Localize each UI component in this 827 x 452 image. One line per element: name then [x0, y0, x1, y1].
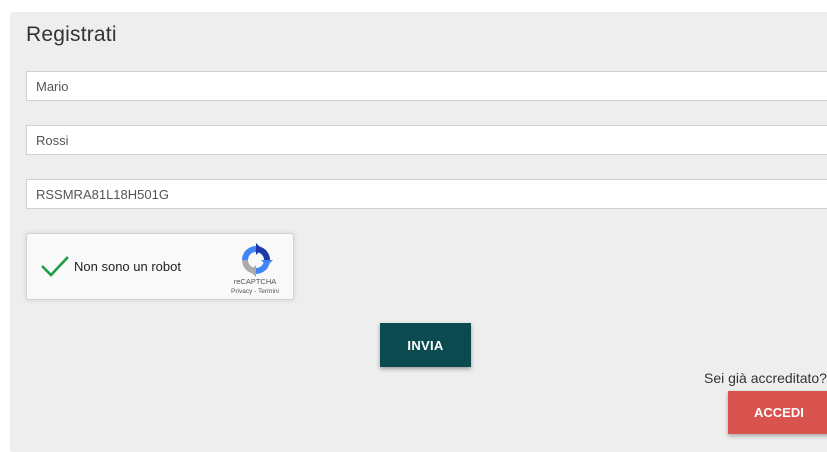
already-registered-text: Sei già accreditato? — [704, 370, 827, 386]
registration-panel: Registrati Non sono un robot reCAPTCHA P… — [10, 12, 827, 452]
submit-button[interactable]: INVIA — [380, 323, 471, 367]
form-title: Registrati — [26, 23, 117, 46]
recaptcha-logo-icon — [242, 243, 273, 277]
login-button[interactable]: ACCEDI — [728, 391, 827, 434]
captcha-label: Non sono un robot — [74, 259, 181, 274]
fiscal-code-input[interactable] — [26, 179, 827, 209]
recaptcha-widget[interactable]: Non sono un robot reCAPTCHA Privacy - Te… — [26, 233, 294, 300]
captcha-brand: reCAPTCHA — [233, 277, 277, 286]
first-name-input[interactable] — [26, 71, 827, 101]
last-name-input[interactable] — [26, 125, 827, 155]
captcha-links[interactable]: Privacy - Termini — [223, 288, 287, 295]
checkmark-icon[interactable] — [40, 254, 70, 280]
